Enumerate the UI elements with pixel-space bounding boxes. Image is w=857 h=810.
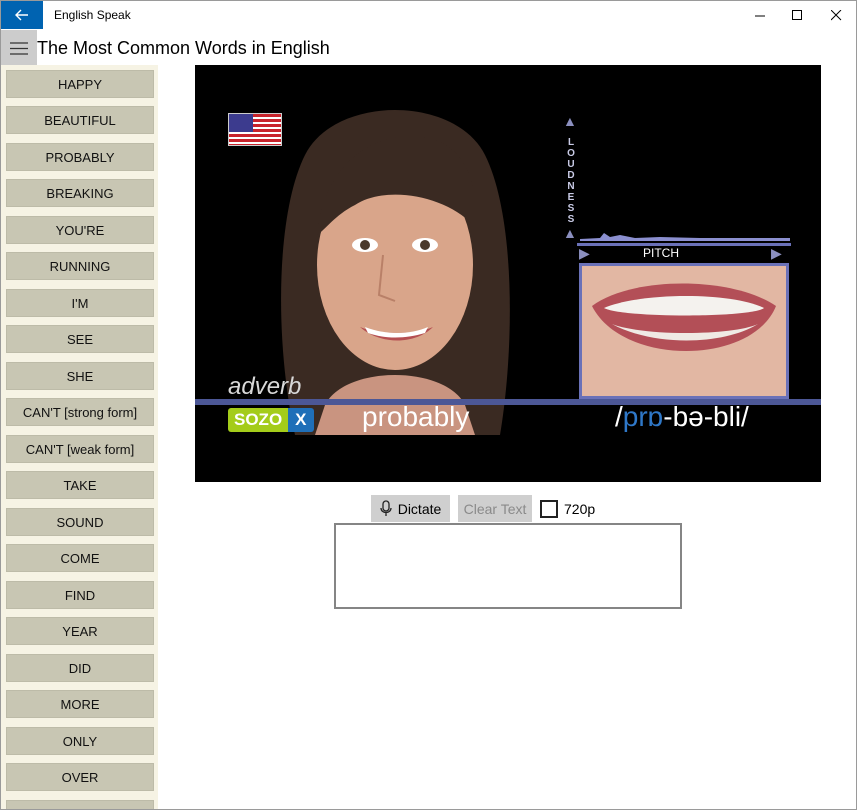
word-button[interactable]: HAPPY <box>6 70 154 98</box>
video-player[interactable]: ▲ ▲ LOUDNESS ▶ ▶ PITCH adverb SOZO X pro… <box>195 65 821 482</box>
word-button[interactable]: CAN'T [strong form] <box>6 398 154 426</box>
title-bar: English Speak <box>1 1 856 29</box>
loudness-arrow-icon: ▲ <box>563 113 577 129</box>
word-button[interactable]: I'M <box>6 289 154 317</box>
ipa-slash: / <box>615 401 623 432</box>
ipa-rest: -bə-bli/ <box>663 401 749 432</box>
mouth-image <box>582 266 786 396</box>
word-button[interactable]: MORE <box>6 690 154 718</box>
back-arrow-icon <box>15 9 28 21</box>
current-word: probably <box>362 401 470 432</box>
dictate-button[interactable]: Dictate <box>371 495 450 522</box>
pitch-axis-label: PITCH <box>643 246 679 260</box>
pitch-start-arrow-icon: ▶ <box>579 245 590 261</box>
phonetic-transcription: /prɒ-bə-bli/ <box>615 401 749 433</box>
word-button[interactable]: YEAR <box>6 617 154 645</box>
app-window: English Speak The Most Common Words in E… <box>0 0 857 810</box>
hd-checkbox[interactable] <box>540 500 558 518</box>
word-button[interactable]: DID <box>6 654 154 682</box>
sozo-logo: SOZO X <box>228 407 314 433</box>
clear-text-button[interactable]: Clear Text <box>458 495 532 522</box>
word-button[interactable]: BACK <box>6 800 154 809</box>
word-button[interactable]: YOU'RE <box>6 216 154 244</box>
logo-text: SOZO <box>228 408 289 432</box>
word-button[interactable]: BREAKING <box>6 179 154 207</box>
word-button[interactable]: SEE <box>6 325 154 353</box>
word-button[interactable]: CAN'T [weak form] <box>6 435 154 463</box>
loudness-axis-label: LOUDNESS <box>567 137 575 225</box>
word-button[interactable]: SHE <box>6 362 154 390</box>
word-button[interactable]: COME <box>6 544 154 572</box>
dictation-textbox[interactable] <box>334 523 682 609</box>
page-title: The Most Common Words in English <box>37 38 330 58</box>
word-button[interactable]: BEAUTIFUL <box>6 106 154 134</box>
word-button[interactable]: TAKE <box>6 471 154 499</box>
microphone-icon <box>380 500 392 516</box>
minimize-icon <box>754 15 765 16</box>
part-of-speech: adverb <box>228 373 302 400</box>
word-button[interactable]: OVER <box>6 763 154 791</box>
logo-mark: X <box>288 408 314 432</box>
maximize-button[interactable] <box>777 1 817 29</box>
pitch-axis <box>577 243 791 261</box>
pitch-end-arrow-icon: ▶ <box>771 245 782 261</box>
word-button[interactable]: PROBABLY <box>6 143 154 171</box>
waveform <box>580 233 790 241</box>
maximize-icon <box>791 9 802 20</box>
speaker-image <box>281 110 510 435</box>
word-button[interactable]: FIND <box>6 581 154 609</box>
back-button[interactable] <box>1 1 43 29</box>
axis-origin-icon: ▲ <box>563 225 577 241</box>
word-list[interactable]: HAPPY BEAUTIFUL PROBABLY BREAKING YOU'RE… <box>1 65 158 809</box>
close-icon <box>830 9 841 20</box>
word-button[interactable]: RUNNING <box>6 252 154 280</box>
menu-button[interactable] <box>1 30 37 66</box>
close-button[interactable] <box>816 1 856 29</box>
word-button[interactable]: SOUND <box>6 508 154 536</box>
word-button[interactable]: ONLY <box>6 727 154 755</box>
app-title: English Speak <box>54 8 131 22</box>
ipa-stressed: prɒ <box>622 401 664 432</box>
minimize-button[interactable] <box>740 1 780 29</box>
mouth-closeup <box>579 263 789 399</box>
dictate-label: Dictate <box>397 500 442 517</box>
hd-label: 720p <box>564 501 596 517</box>
hamburger-icon <box>10 41 28 55</box>
